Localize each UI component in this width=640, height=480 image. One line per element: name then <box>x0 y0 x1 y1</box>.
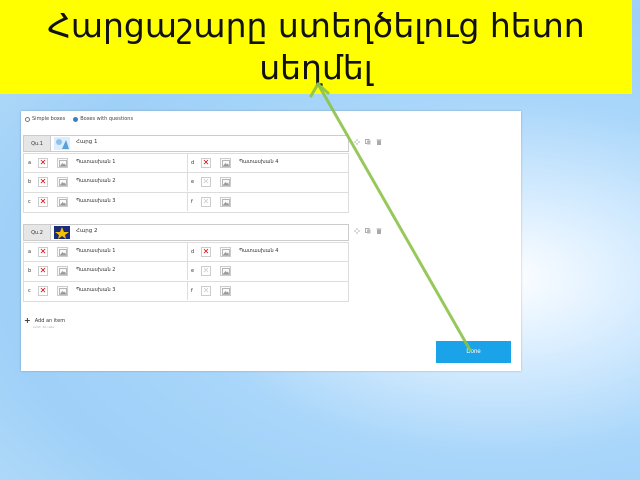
pointer-arrow-icon <box>309 82 472 352</box>
